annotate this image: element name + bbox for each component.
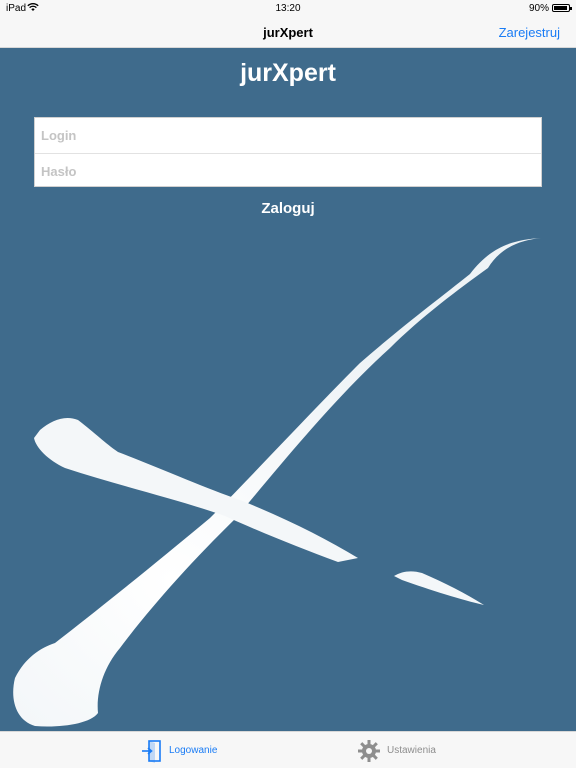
- navigation-bar: jurXpert Zarejestruj: [0, 16, 576, 48]
- register-button[interactable]: Zarejestruj: [499, 25, 560, 40]
- login-input[interactable]: [35, 118, 541, 153]
- tab-logowanie[interactable]: Logowanie: [141, 732, 217, 768]
- app-title: jurXpert: [240, 59, 336, 87]
- login-form: [34, 117, 542, 189]
- status-time: 13:20: [275, 3, 301, 14]
- battery-icon: [552, 4, 572, 12]
- password-input[interactable]: [35, 154, 541, 189]
- login-button[interactable]: Zaloguj: [261, 200, 314, 217]
- door-icon: [142, 739, 161, 763]
- tab-logowanie-label: Logowanie: [169, 745, 218, 756]
- tab-bar: Logowanie Ustawienia: [0, 731, 576, 768]
- login-button-container: Zaloguj: [0, 200, 576, 217]
- battery-percent: 90%: [528, 3, 549, 14]
- nav-title: jurXpert: [263, 25, 313, 40]
- tab-ustawienia[interactable]: Ustawienia: [357, 732, 436, 768]
- gear-icon: [358, 739, 380, 762]
- status-bar: iPad 13:20 90%: [0, 0, 576, 16]
- tab-ustawienia-label: Ustawienia: [387, 745, 436, 756]
